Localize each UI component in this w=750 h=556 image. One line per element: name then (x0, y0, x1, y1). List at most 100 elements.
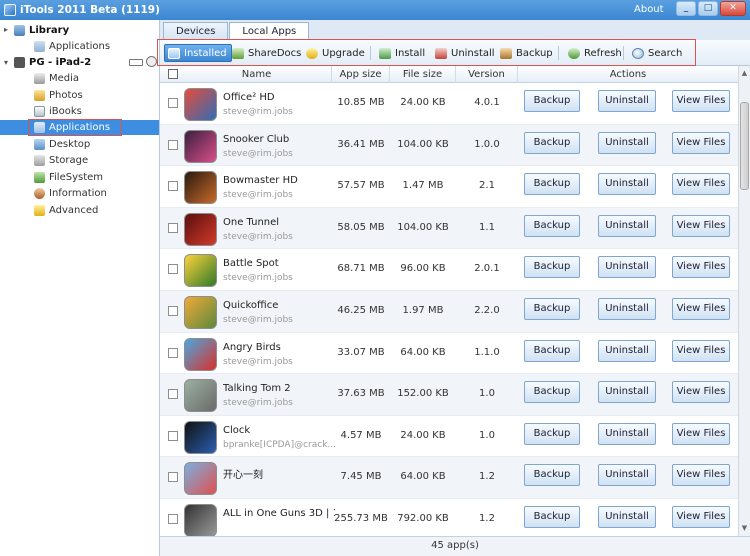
row-uninstall-button[interactable]: Uninstall (598, 381, 656, 404)
row-view-files-button[interactable]: View Files (672, 422, 730, 445)
row-view-files-button[interactable]: View Files (672, 90, 730, 112)
scroll-thumb[interactable] (740, 102, 749, 190)
table-row[interactable]: Clock bpranke[ICPDA]@crack... 4.57 MB 24… (160, 416, 738, 458)
row-checkbox[interactable] (168, 472, 178, 483)
sidebar-item-storage[interactable]: Storage (34, 153, 88, 168)
row-uninstall-button[interactable]: Uninstall (598, 173, 656, 196)
eject-icon[interactable] (146, 56, 157, 67)
row-backup-button[interactable]: Backup (524, 214, 580, 237)
row-uninstall-button[interactable]: Uninstall (598, 256, 656, 279)
row-backup-button[interactable]: Backup (524, 256, 580, 279)
sidebar-item-desktop[interactable]: Desktop (34, 137, 90, 152)
row-backup-button[interactable]: Backup (524, 298, 580, 320)
row-view-files-button[interactable]: View Files (672, 339, 730, 362)
row-view-files-button[interactable]: View Files (672, 298, 730, 320)
install-button[interactable]: Install (379, 44, 425, 62)
table-scrollbar[interactable]: ▲ ▼ (738, 66, 750, 536)
row-uninstall-button[interactable]: Uninstall (598, 298, 656, 320)
row-uninstall-button[interactable]: Uninstall (598, 90, 656, 112)
sidebar-item-ibooks[interactable]: iBooks (34, 104, 82, 119)
app-author: steve@rim.jobs (223, 231, 293, 242)
row-uninstall-button[interactable]: Uninstall (598, 422, 656, 445)
file-size: 104.00 KB (397, 221, 449, 233)
table-row[interactable]: 开心一刻 7.45 MB 64.00 KB 1.2 Backup Uninsta… (160, 457, 738, 499)
upgrade-icon (306, 47, 318, 59)
row-backup-button[interactable]: Backup (524, 90, 580, 112)
tab-devices[interactable]: Devices (163, 22, 229, 41)
backup-button[interactable]: Backup (500, 44, 553, 62)
scroll-up-icon[interactable]: ▲ (739, 68, 750, 78)
row-backup-button[interactable]: Backup (524, 381, 580, 404)
scroll-down-icon[interactable]: ▼ (739, 523, 750, 533)
sidebar-item-information[interactable]: Information (34, 186, 107, 201)
row-uninstall-button[interactable]: Uninstall (598, 131, 656, 154)
row-checkbox[interactable] (168, 222, 178, 233)
sidebar-device[interactable]: PG - iPad-2 (14, 55, 91, 70)
row-checkbox[interactable] (168, 514, 178, 524)
table-row[interactable]: Talking Tom 2 steve@rim.jobs 37.63 MB 15… (160, 374, 738, 416)
sharedocs-button[interactable]: ShareDocs (232, 44, 301, 62)
tab-local-apps[interactable]: Local Apps (229, 22, 310, 41)
row-view-files-button[interactable]: View Files (672, 173, 730, 196)
row-uninstall-button[interactable]: Uninstall (598, 506, 656, 528)
table-row[interactable]: Quickoffice steve@rim.jobs 46.25 MB 1.97… (160, 291, 738, 333)
row-checkbox[interactable] (168, 430, 178, 441)
refresh-button[interactable]: Refresh (568, 44, 622, 62)
row-view-files-button[interactable]: View Files (672, 506, 730, 528)
row-view-files-button[interactable]: View Files (672, 256, 730, 279)
toolbar-separator (623, 46, 624, 60)
sidebar-item-filesystem[interactable]: FileSystem (34, 170, 103, 185)
row-view-files-button[interactable]: View Files (672, 131, 730, 154)
sidebar-item-advanced[interactable]: Advanced (34, 203, 98, 218)
window-title: iTools 2011 Beta (1119) (20, 4, 160, 16)
minimize-button[interactable]: _ (676, 1, 696, 16)
table-row[interactable]: Battle Spot steve@rim.jobs 68.71 MB 96.0… (160, 249, 738, 291)
maximize-button[interactable]: □ (698, 1, 718, 16)
row-checkbox[interactable] (168, 347, 178, 358)
row-uninstall-button[interactable]: Uninstall (598, 339, 656, 362)
row-backup-button[interactable]: Backup (524, 173, 580, 196)
sidebar-item-media[interactable]: Media (34, 71, 79, 86)
row-checkbox[interactable] (168, 306, 178, 316)
clock-app-icon (184, 420, 217, 454)
row-checkbox[interactable] (168, 264, 178, 275)
table-row[interactable]: ALL in One Guns 3D | 1... 255.73 MB 792.… (160, 499, 738, 536)
row-checkbox[interactable] (168, 98, 178, 108)
row-checkbox[interactable] (168, 389, 178, 400)
col-file-size[interactable]: File size (390, 66, 456, 83)
row-view-files-button[interactable]: View Files (672, 214, 730, 237)
row-uninstall-button[interactable]: Uninstall (598, 214, 656, 237)
row-checkbox[interactable] (168, 181, 178, 192)
device-expander-icon[interactable]: ▾ (4, 58, 8, 67)
row-view-files-button[interactable]: View Files (672, 381, 730, 404)
search-button[interactable]: Search (632, 44, 682, 62)
sidebar-library-applications[interactable]: Applications (34, 39, 110, 54)
close-button[interactable]: ✕ (720, 1, 746, 16)
table-row[interactable]: One Tunnel steve@rim.jobs 58.05 MB 104.0… (160, 207, 738, 250)
row-backup-button[interactable]: Backup (524, 339, 580, 362)
one-tunnel-app-icon (184, 212, 217, 246)
row-backup-button[interactable]: Backup (524, 464, 580, 487)
row-backup-button[interactable]: Backup (524, 422, 580, 445)
table-row[interactable]: Bowmaster HD steve@rim.jobs 57.57 MB 1.4… (160, 166, 738, 208)
row-backup-button[interactable]: Backup (524, 506, 580, 528)
select-all-checkbox[interactable] (168, 69, 178, 79)
table-row[interactable]: Angry Birds steve@rim.jobs 33.07 MB 64.0… (160, 333, 738, 375)
row-backup-button[interactable]: Backup (524, 131, 580, 154)
table-row[interactable]: Office² HD steve@rim.jobs 10.85 MB 24.00… (160, 83, 738, 125)
col-name[interactable]: Name (182, 66, 332, 83)
sidebar-item-photos[interactable]: Photos (34, 88, 83, 103)
upgrade-button[interactable]: Upgrade (306, 44, 365, 62)
desktop-icon (34, 138, 45, 150)
table-row[interactable]: Snooker Club steve@rim.jobs 36.41 MB 104… (160, 124, 738, 167)
installed-button[interactable]: Installed (164, 44, 232, 62)
about-link[interactable]: About (634, 4, 664, 15)
uninstall-button[interactable]: Uninstall (435, 44, 495, 62)
row-view-files-button[interactable]: View Files (672, 464, 730, 487)
sidebar-library[interactable]: Library (14, 23, 69, 38)
col-version[interactable]: Version (456, 66, 518, 83)
row-checkbox[interactable] (168, 139, 178, 150)
col-app-size[interactable]: App size (332, 66, 390, 83)
library-expander-icon[interactable]: ▸ (4, 25, 8, 34)
row-uninstall-button[interactable]: Uninstall (598, 464, 656, 487)
